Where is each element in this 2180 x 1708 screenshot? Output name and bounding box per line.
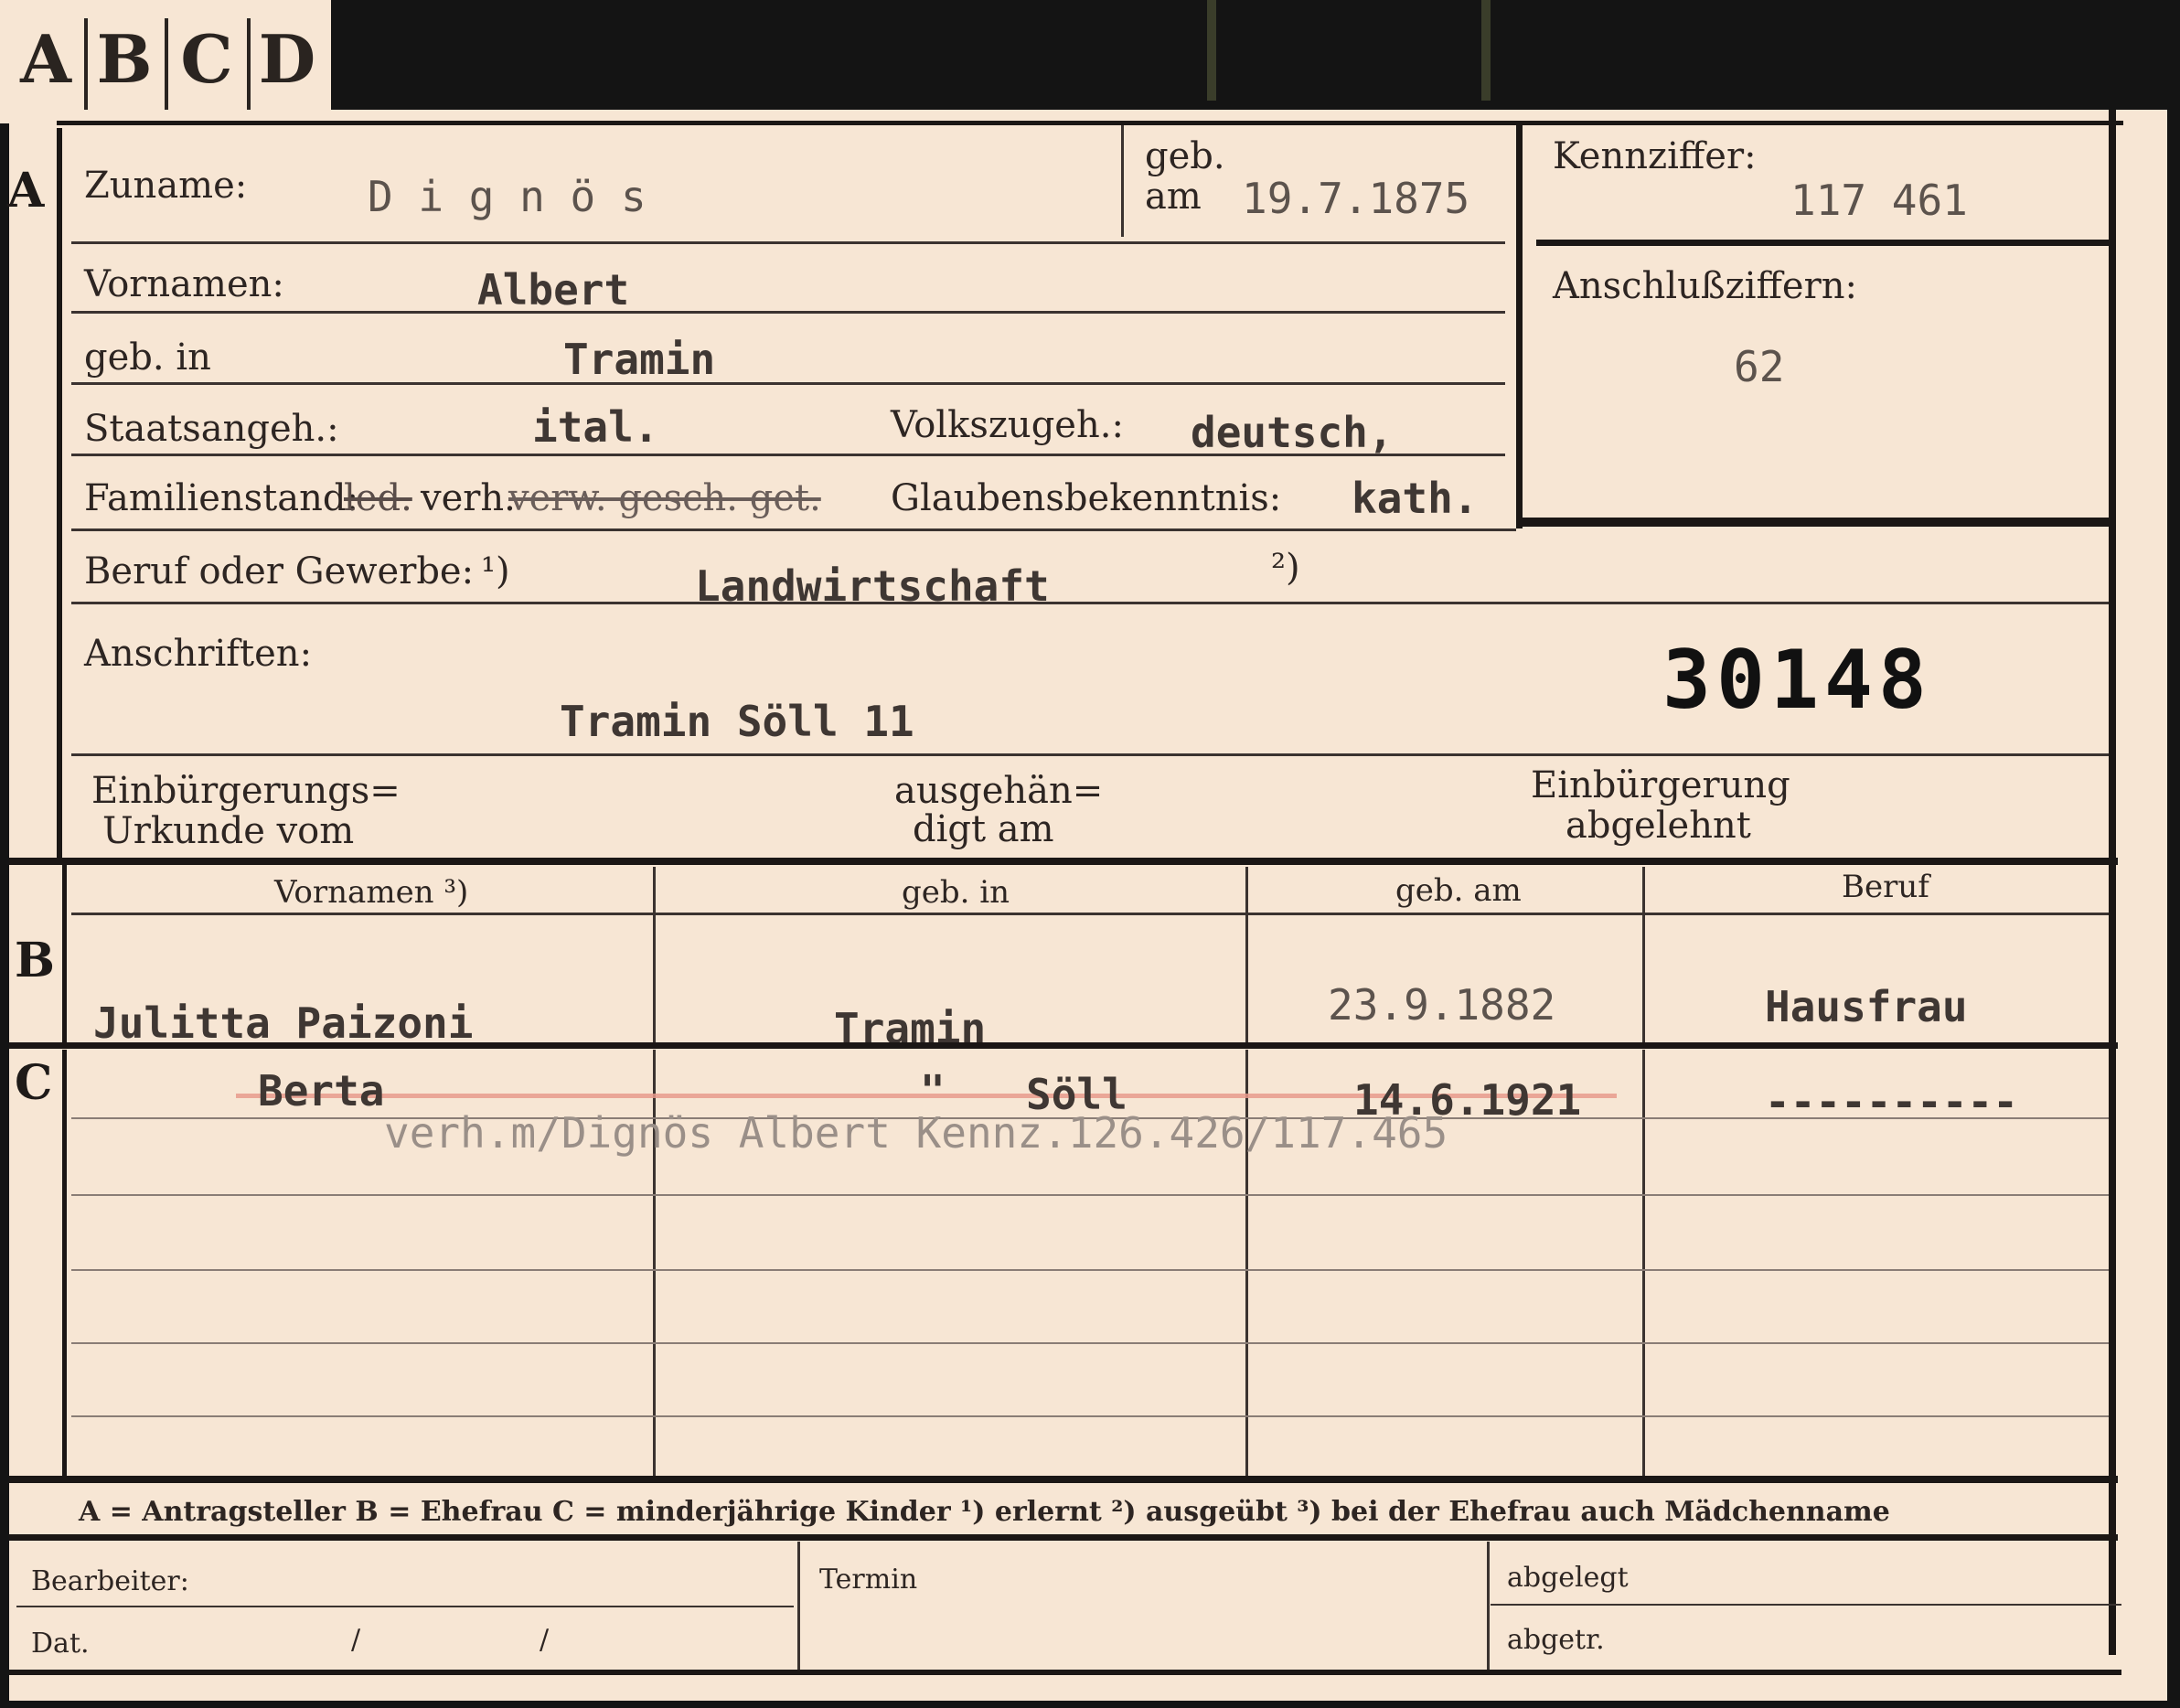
card-top-rule (57, 121, 2123, 125)
wife-geb-am: 23.9.1882 (1328, 980, 1556, 1030)
column-divider (653, 867, 656, 1044)
familienstand-verh: verh. (421, 477, 516, 519)
geb-label-bottom: am (1145, 176, 1202, 218)
legend-text: A = Antragsteller B = Ehefrau C = minder… (79, 1496, 1890, 1528)
ausgehaendigt-label-2: digt am (913, 808, 1054, 850)
familienstand-label: Familienstand: (84, 477, 358, 519)
background-edge (1207, 0, 1216, 101)
ausgehaendigt-label-1: ausgehän= (894, 770, 1104, 812)
column-divider (1642, 1050, 1645, 1476)
footer-rule (1491, 1604, 2121, 1606)
date-slash-2: / (540, 1624, 550, 1656)
header-geb-in: geb. in (902, 874, 1010, 911)
vornamen-label: Vornamen: (84, 263, 284, 305)
beruf-footnote-1: ¹) (481, 550, 510, 592)
child-vornamen: Berta (258, 1066, 385, 1116)
section-bc-divider (9, 1042, 2118, 1049)
legend-bottom-rule (9, 1534, 2118, 1541)
section-b-left-rule (62, 865, 67, 1044)
row-rule (71, 1415, 2109, 1417)
tab-letter-b: B (96, 20, 153, 98)
wife-beruf: Hausfrau (1765, 982, 1968, 1031)
column-divider (1245, 867, 1248, 1044)
einbuergerungsurkunde-label-2: Urkunde vom (102, 810, 355, 852)
row-rule (71, 1269, 2109, 1271)
anschlussziffern-value: 62 (1734, 342, 1785, 391)
header-rule (71, 913, 2109, 915)
header-vornamen: Vornamen ³) (274, 874, 469, 911)
anschriften-value: Tramin Söll 11 (560, 697, 914, 746)
date-slash-1: / (351, 1624, 361, 1656)
row-rule (71, 602, 2109, 604)
gebin-value: Tramin (563, 335, 716, 384)
kennziffer-box-left (1516, 121, 1523, 528)
termin-label: Termin (819, 1564, 918, 1596)
card-right-rule (2109, 110, 2116, 1655)
volkszugehoerigkeit-value: deutsch, (1191, 408, 1394, 457)
tab-letter-d: D (258, 20, 316, 98)
header-geb-am: geb. am (1395, 872, 1522, 909)
glaubensbekenntnis-value: kath. (1352, 474, 1479, 523)
familienstand-crossed-rest: verw. gesch. get. (508, 477, 821, 519)
kennziffer-label: Kennziffer: (1553, 135, 1757, 177)
row-rule (71, 241, 1505, 244)
column-divider (1642, 867, 1645, 1044)
zuname-value: D i g n ö s (368, 172, 647, 221)
row-rule (71, 454, 1505, 456)
row-rule (71, 311, 1505, 314)
tab-divider (165, 18, 168, 114)
wife-vornamen: Julitta Paizoni (93, 998, 474, 1048)
beruf-footnote-2: ²) (1271, 547, 1300, 589)
abgetragen-label: abgetr. (1507, 1624, 1605, 1656)
zuname-label: Zuname: (84, 165, 248, 207)
section-c-bottom-rule (9, 1476, 2118, 1483)
row-rule (71, 1342, 2109, 1344)
card-bottom-rule (9, 1670, 2121, 1675)
child-beruf: ---------- (1765, 1077, 2018, 1126)
dat-label: Dat. (31, 1628, 90, 1660)
kennziffer-box-bottom (1516, 518, 2114, 527)
kennziffer-value: 117 461 (1790, 176, 1968, 225)
glaubensbekenntnis-label: Glaubensbekenntnis: (891, 477, 1282, 519)
section-marker-b: B (15, 933, 55, 988)
section-a-left-rule (57, 128, 62, 859)
stamped-file-number: 30148 (1662, 633, 1932, 727)
anschlussziffern-label: Anschlußziffern: (1553, 265, 1857, 307)
row-rule (71, 1194, 2109, 1196)
footer-divider (797, 1542, 800, 1670)
bearbeiter-label: Bearbeiter: (31, 1565, 189, 1597)
anschriften-label: Anschriften: (84, 633, 313, 675)
geb-label-top: geb. (1145, 135, 1225, 177)
familienstand-crossed-led: led. (344, 477, 412, 519)
vornamen-value: Albert (477, 265, 630, 315)
tab-letter-a: A (20, 20, 71, 98)
footer-divider (1487, 1542, 1490, 1670)
section-ab-divider (9, 858, 2118, 865)
beruf-label: Beruf oder Gewerbe: (84, 550, 475, 592)
row-rule (71, 753, 2109, 756)
einbuergerungsurkunde-label-1: Einbürgerungs= (91, 770, 401, 812)
staatsangehoerigkeit-label: Staatsangeh.: (84, 408, 339, 450)
volkszugehoerigkeit-label: Volkszugeh.: (891, 404, 1124, 446)
section-marker-c: C (15, 1055, 53, 1111)
tab-letter-c: C (180, 20, 233, 98)
einbuergerung-abgelehnt-label-2: abgelehnt (1566, 805, 1751, 847)
staatsangehoerigkeit-value: ital. (532, 402, 659, 452)
gebin-label: geb. in (84, 336, 211, 379)
header-beruf: Beruf (1842, 869, 1929, 905)
background-edge (1481, 0, 1491, 101)
geb-divider (1121, 125, 1124, 237)
row-rule (71, 528, 1516, 531)
geb-date-value: 19.7.1875 (1242, 174, 1470, 223)
footer-rule (16, 1606, 794, 1607)
section-c-left-rule (62, 1050, 67, 1479)
row-rule (71, 382, 1505, 385)
kennziffer-box-divider (1536, 240, 2109, 246)
index-tab-strip: A B C D (0, 0, 331, 123)
section-marker-a: A (7, 163, 45, 219)
child-marriage-note: verh.m/Dignös Albert Kennz.126.426/117.4… (384, 1108, 1448, 1158)
abgelegt-label: abgelegt (1507, 1562, 1629, 1594)
einbuergerung-abgelehnt-label-1: Einbürgerung (1531, 764, 1790, 806)
